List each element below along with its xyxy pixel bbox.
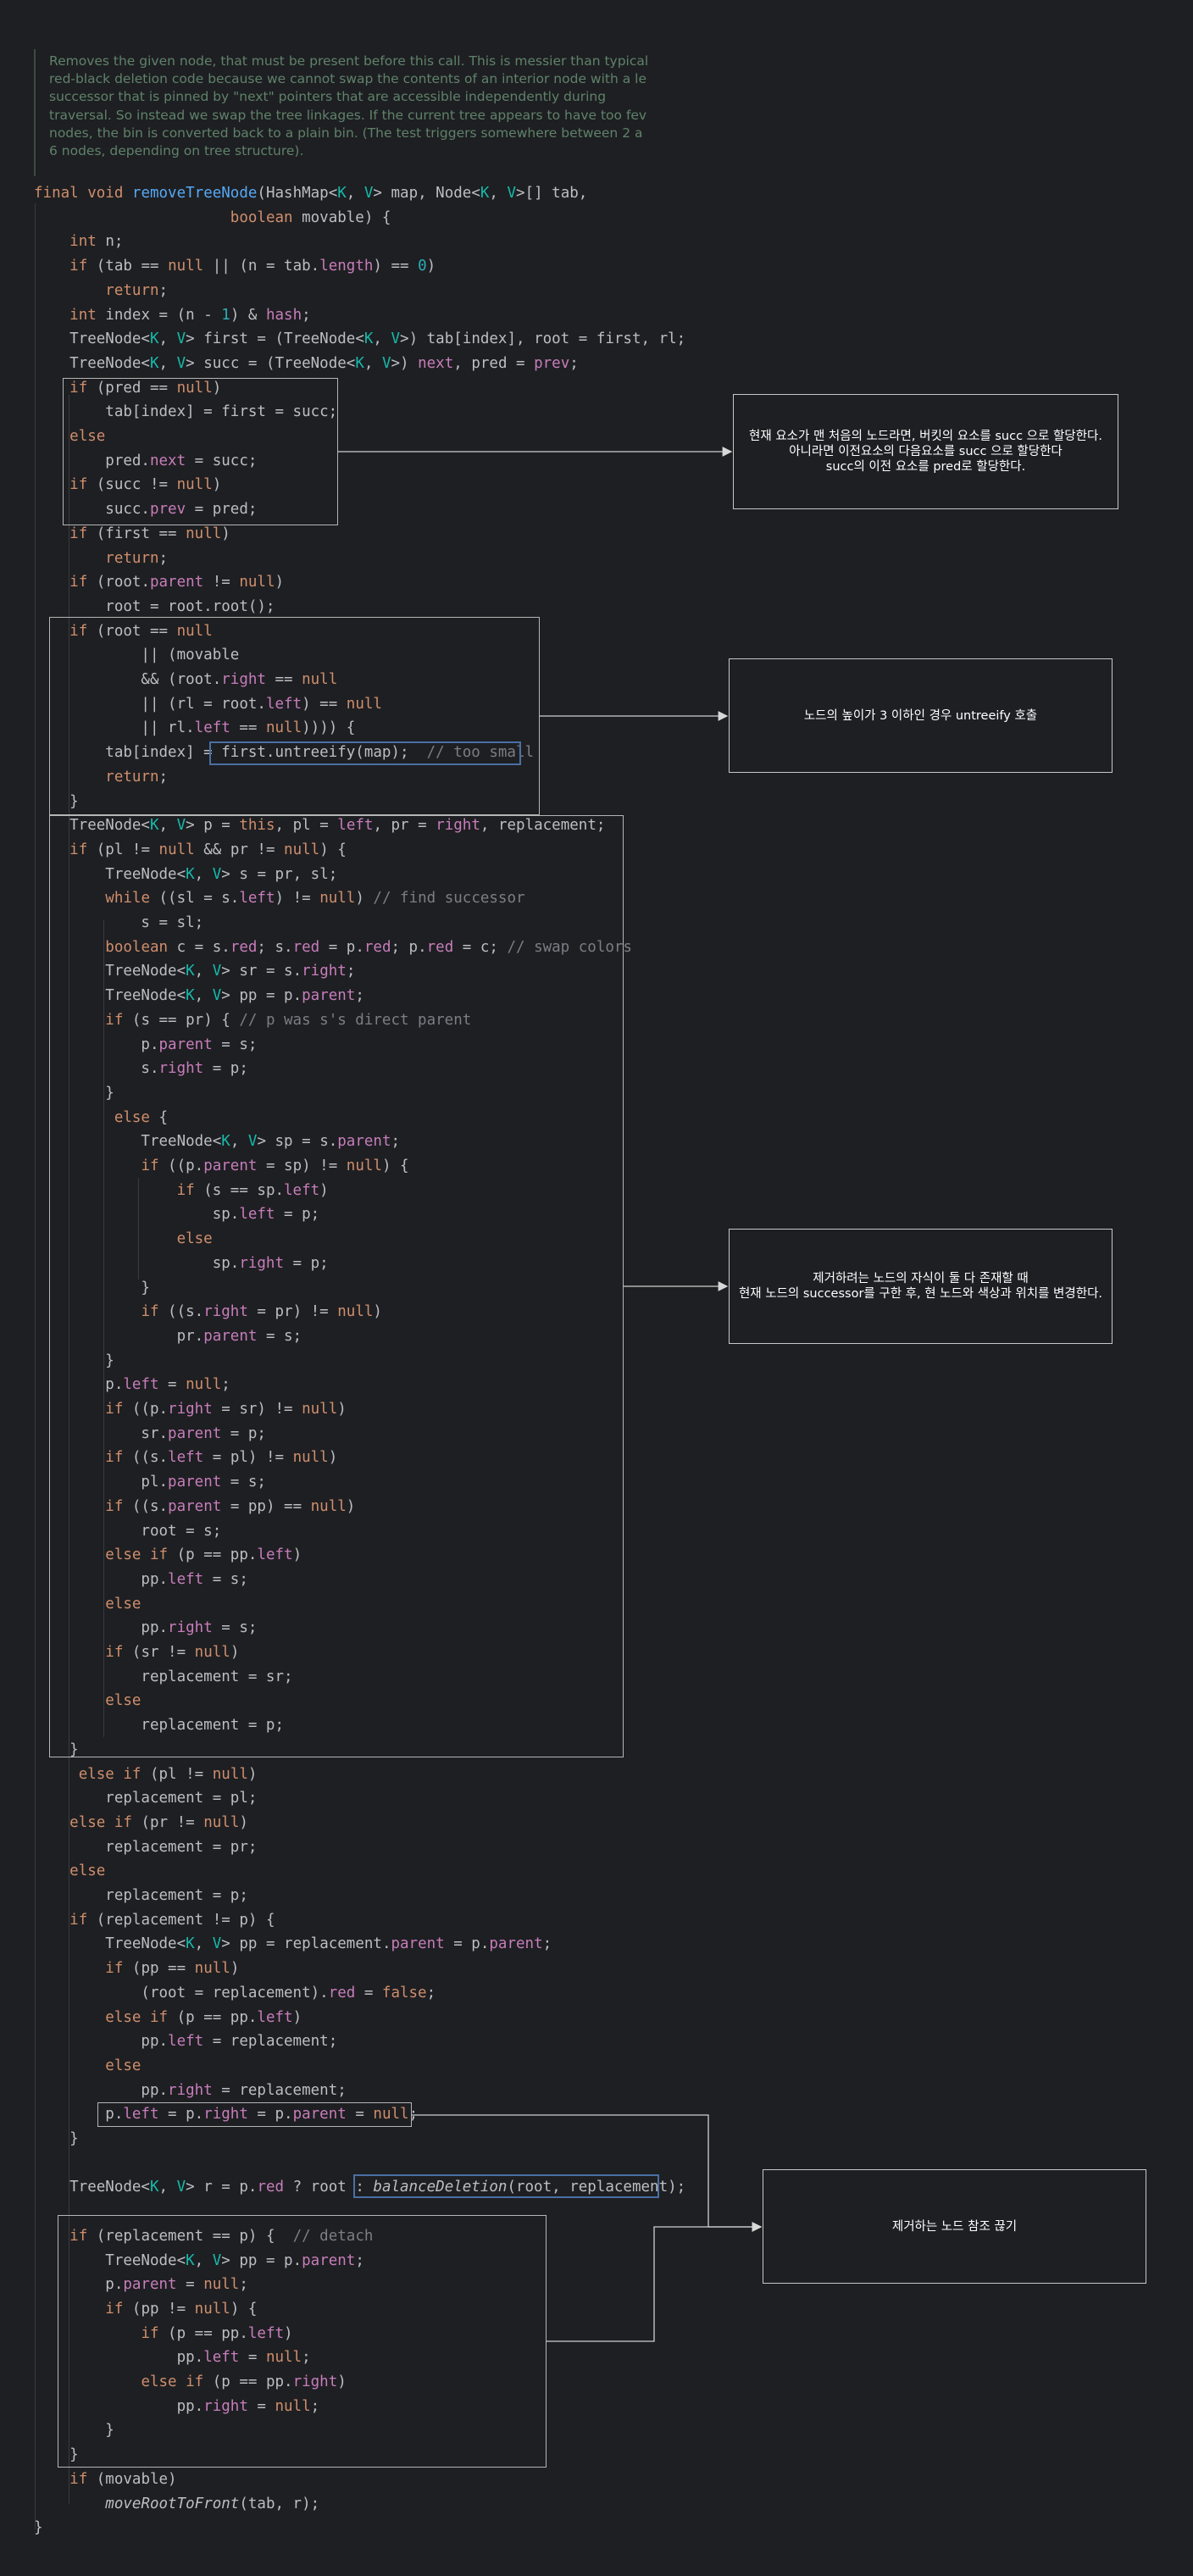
arrow-clear-links xyxy=(412,2114,763,2232)
connector-arrows xyxy=(338,447,763,2342)
arrow-detach xyxy=(547,2222,763,2342)
